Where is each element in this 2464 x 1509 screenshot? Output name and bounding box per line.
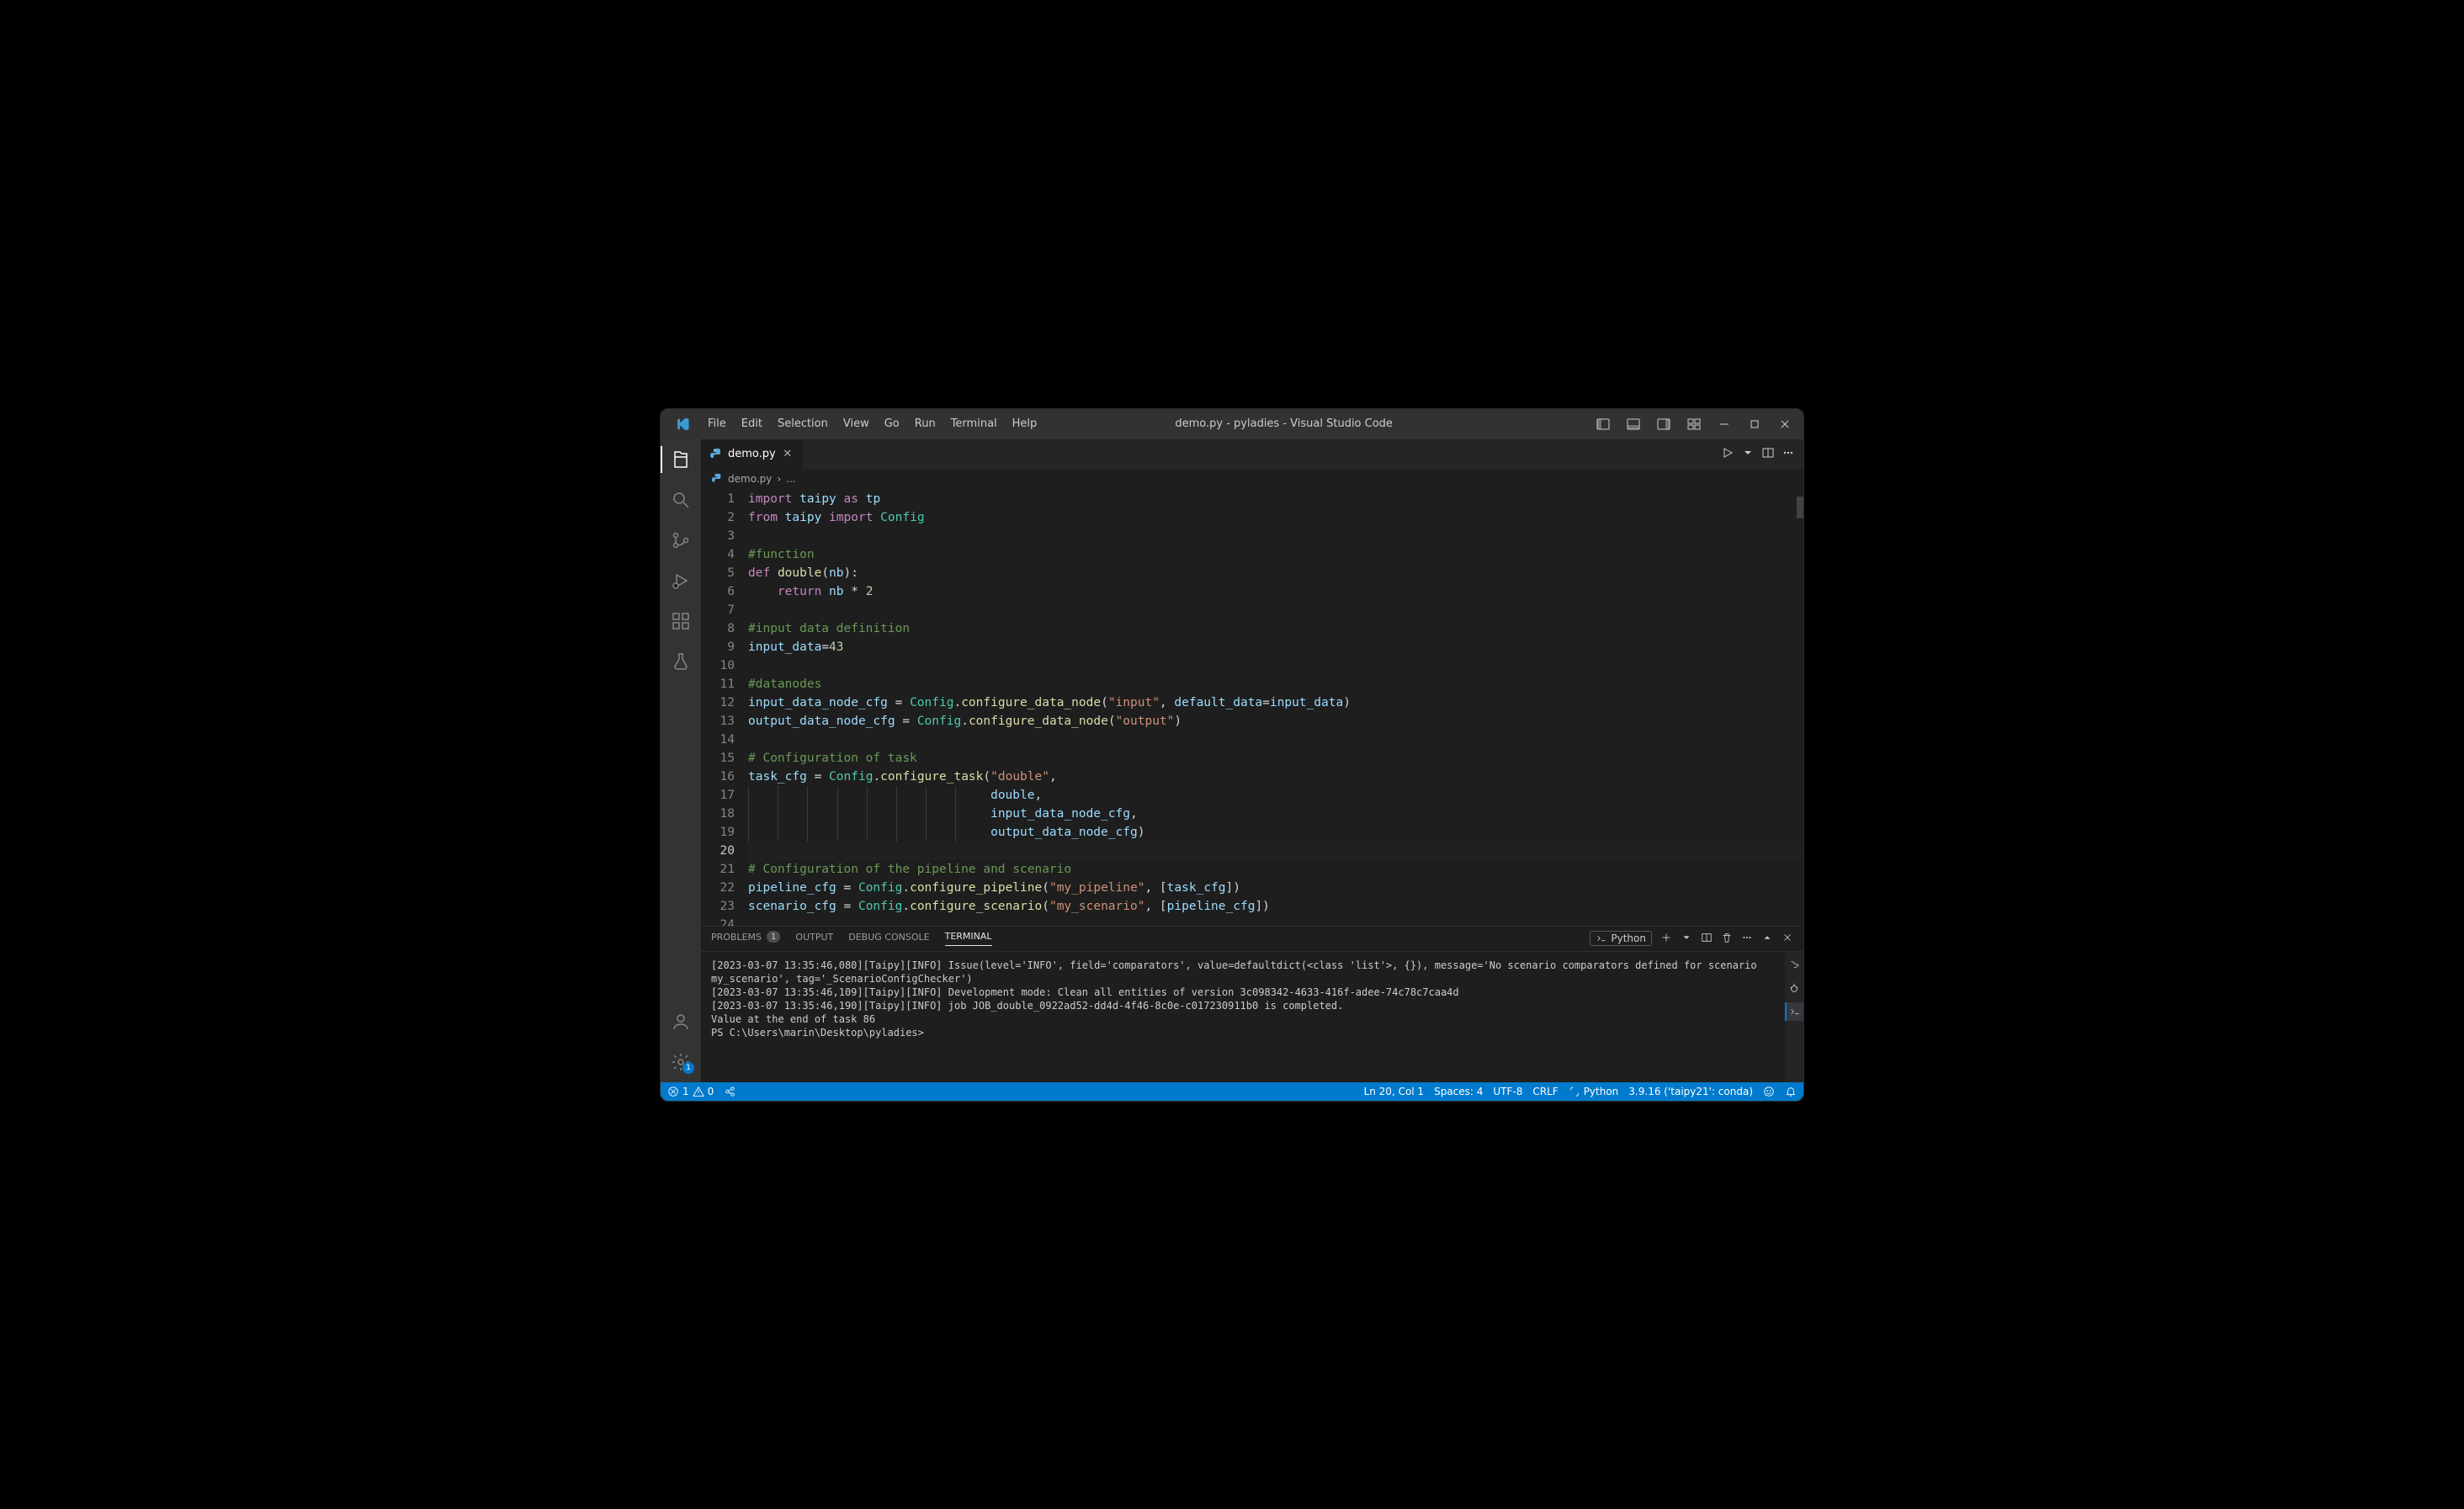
menu-run[interactable]: Run: [908, 414, 943, 433]
window-title: demo.py - pyladies - Visual Studio Code: [1047, 417, 1588, 430]
status-interpreter[interactable]: 3.9.16 ('taipy21': conda): [1628, 1086, 1753, 1097]
run-debug-icon[interactable]: [661, 564, 701, 598]
status-language[interactable]: Python: [1569, 1086, 1619, 1097]
terminal-snake-icon[interactable]: [1785, 955, 1803, 974]
accounts-icon[interactable]: [661, 1005, 701, 1039]
python-file-icon: [711, 473, 723, 485]
menu-file[interactable]: File: [701, 414, 733, 433]
status-errors[interactable]: 1 0: [667, 1086, 714, 1097]
tab-label: demo.py: [728, 448, 776, 460]
editor-area: demo.py ✕ demo.py › ... 1234: [701, 439, 1803, 1082]
maximize-panel-icon[interactable]: [1761, 932, 1773, 946]
problems-count-badge: 1: [767, 931, 780, 943]
menu-view[interactable]: View: [836, 414, 876, 433]
code-content[interactable]: import taipy as tpfrom taipy import Conf…: [748, 488, 1803, 926]
minimize-button[interactable]: [1713, 412, 1736, 437]
menu-terminal[interactable]: Terminal: [944, 414, 1004, 433]
terminal-shell-icon[interactable]: [1785, 1002, 1803, 1021]
python-file-icon: [709, 448, 723, 461]
line-gutter: 123456789101112131415161718192021222324: [701, 488, 748, 926]
code-editor[interactable]: 123456789101112131415161718192021222324 …: [701, 488, 1803, 926]
kill-terminal-icon[interactable]: [1721, 932, 1733, 946]
status-bar: 1 0 Ln 20, Col 1 Spaces: 4 UTF-8 CRLF Py…: [661, 1082, 1803, 1101]
panel-tab-debug[interactable]: Debug Console: [848, 932, 929, 946]
panel-tab-terminal[interactable]: Terminal: [945, 931, 992, 946]
testing-icon[interactable]: [661, 645, 701, 678]
terminal-profile[interactable]: Python: [1590, 931, 1652, 946]
status-live-share-icon[interactable]: [724, 1086, 735, 1097]
chevron-right-icon: ›: [777, 473, 781, 485]
menu-edit[interactable]: Edit: [735, 414, 769, 433]
activity-bar: 1: [661, 439, 701, 1082]
status-eol[interactable]: CRLF: [1532, 1086, 1558, 1097]
terminal-dropdown-icon[interactable]: [1681, 932, 1692, 946]
editor-actions: [1713, 439, 1803, 470]
editor-tabs: demo.py ✕: [701, 439, 1803, 470]
menu-help[interactable]: Help: [1006, 414, 1044, 433]
toggle-secondary-sidebar-icon[interactable]: [1652, 412, 1675, 437]
customize-layout-icon[interactable]: [1682, 412, 1706, 437]
status-encoding[interactable]: UTF-8: [1493, 1086, 1522, 1097]
close-button[interactable]: [1773, 412, 1797, 437]
run-file-icon[interactable]: [1721, 446, 1734, 463]
status-feedback-icon[interactable]: [1763, 1086, 1775, 1097]
new-terminal-icon[interactable]: [1660, 932, 1672, 946]
terminal-bug-icon[interactable]: [1785, 979, 1803, 997]
panel-tabs: Problems 1 Output Debug Console Terminal…: [701, 927, 1803, 952]
vscode-window: File Edit Selection View Go Run Terminal…: [660, 408, 1804, 1102]
settings-gear-icon[interactable]: 1: [661, 1045, 701, 1079]
titlebar: File Edit Selection View Go Run Terminal…: [661, 409, 1803, 439]
toggle-panel-icon[interactable]: [1622, 412, 1645, 437]
tab-demo-py[interactable]: demo.py ✕: [701, 439, 804, 470]
breadcrumb-rest: ...: [786, 473, 795, 485]
extensions-icon[interactable]: [661, 604, 701, 638]
status-bell-icon[interactable]: [1785, 1086, 1797, 1097]
tab-close-icon[interactable]: ✕: [781, 448, 794, 460]
terminal-side-icons: [1785, 952, 1803, 1082]
minimap[interactable]: [1797, 488, 1803, 926]
explorer-icon[interactable]: [661, 443, 701, 476]
more-actions-icon[interactable]: [1782, 446, 1795, 463]
breadcrumbs[interactable]: demo.py › ...: [701, 470, 1803, 488]
close-panel-icon[interactable]: [1782, 932, 1793, 946]
toggle-primary-sidebar-icon[interactable]: [1591, 412, 1615, 437]
menu-go[interactable]: Go: [878, 414, 906, 433]
status-cursor[interactable]: Ln 20, Col 1: [1364, 1086, 1425, 1097]
source-control-icon[interactable]: [661, 523, 701, 557]
split-terminal-icon[interactable]: [1701, 932, 1713, 946]
menu-bar: File Edit Selection View Go Run Terminal…: [701, 414, 1043, 433]
vscode-logo-icon: [667, 417, 698, 432]
breadcrumb-file: demo.py: [728, 473, 772, 485]
status-indent[interactable]: Spaces: 4: [1434, 1086, 1483, 1097]
split-editor-icon[interactable]: [1761, 446, 1775, 463]
maximize-button[interactable]: [1743, 412, 1766, 437]
menu-selection[interactable]: Selection: [771, 414, 835, 433]
panel-tab-output[interactable]: Output: [795, 932, 833, 946]
terminal[interactable]: [2023-03-07 13:35:46,080][Taipy][INFO] I…: [701, 952, 1803, 1082]
panel-more-icon[interactable]: [1741, 932, 1753, 946]
panel-tab-problems[interactable]: Problems 1: [711, 931, 780, 946]
bottom-panel: Problems 1 Output Debug Console Terminal…: [701, 926, 1803, 1082]
settings-badge: 1: [682, 1062, 694, 1074]
search-icon[interactable]: [661, 483, 701, 517]
run-dropdown-icon[interactable]: [1741, 446, 1755, 463]
